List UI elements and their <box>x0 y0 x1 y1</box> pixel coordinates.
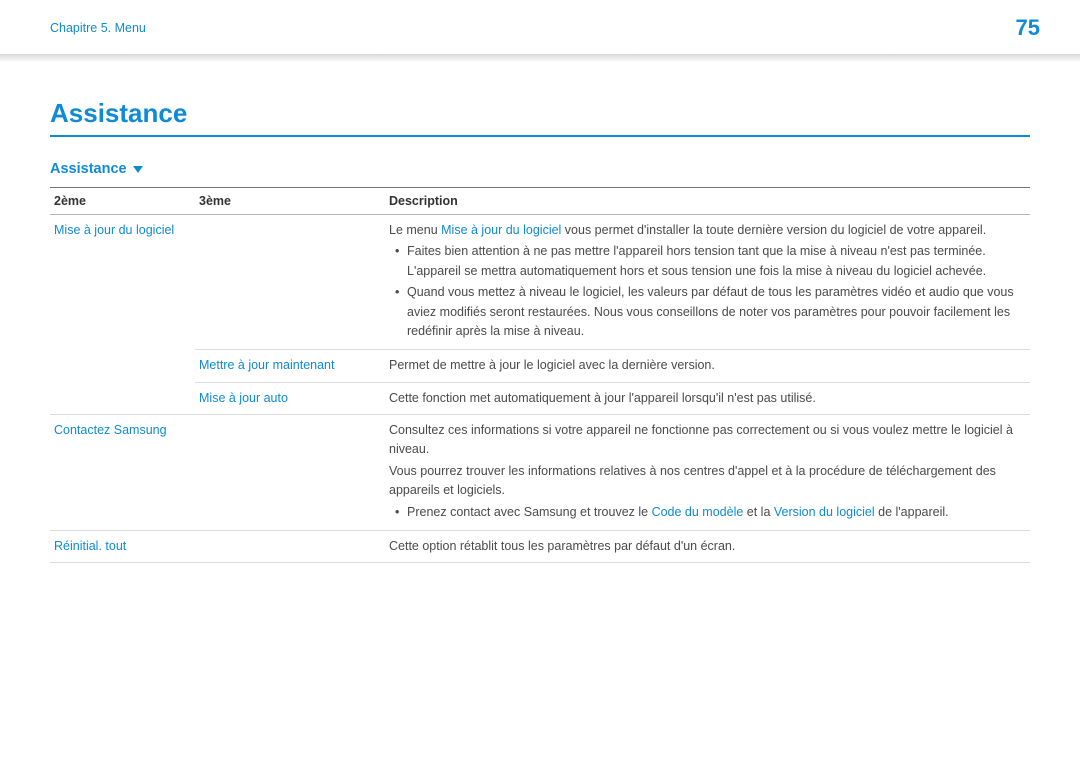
chevron-down-icon <box>133 166 143 173</box>
desc-software-update-prefix: Le menu <box>389 223 441 237</box>
label-contact-samsung: Contactez Samsung <box>54 423 167 437</box>
link-software-update-inline: Mise à jour du logiciel <box>441 223 561 237</box>
label-reset-all: Réinitial. tout <box>54 539 126 553</box>
page-number: 75 <box>1016 15 1040 41</box>
desc-auto-update: Cette fonction met automatiquement à jou… <box>385 382 1030 414</box>
contact-bullet-prefix: Prenez contact avec Samsung et trouvez l… <box>407 505 652 519</box>
software-update-bullet-2: Quand vous mettez à niveau le logiciel, … <box>389 283 1026 341</box>
assistance-table: 2ème 3ème Description Mise à jour du log… <box>50 187 1030 563</box>
row-contact-samsung: Contactez Samsung Consultez ces informat… <box>50 415 1030 531</box>
label-update-now: Mettre à jour maintenant <box>199 358 335 372</box>
row-software-update: Mise à jour du logiciel Le menu Mise à j… <box>50 215 1030 350</box>
section-heading: Assistance <box>50 161 1030 177</box>
contact-bullet-mid: et la <box>743 505 774 519</box>
table-header-row: 2ème 3ème Description <box>50 188 1030 215</box>
desc-update-now: Permet de mettre à jour le logiciel avec… <box>385 350 1030 382</box>
contact-bullet: Prenez contact avec Samsung et trouvez l… <box>389 503 1026 522</box>
row-auto-update: Mise à jour auto Cette fonction met auto… <box>50 382 1030 414</box>
chapter-label: Chapitre 5. Menu <box>50 21 146 35</box>
software-update-bullet-1: Faites bien attention à ne pas mettre l'… <box>389 242 1026 281</box>
contact-bullet-suffix: de l'appareil. <box>875 505 949 519</box>
desc-software-update-suffix: vous permet d'installer la toute dernièr… <box>561 223 986 237</box>
page-content: Assistance Assistance 2ème 3ème Descript… <box>0 62 1080 563</box>
desc-reset-all: Cette option rétablit tous les paramètre… <box>385 530 1030 562</box>
software-update-bullets: Faites bien attention à ne pas mettre l'… <box>389 242 1026 341</box>
link-model-code: Code du modèle <box>652 505 744 519</box>
label-software-update: Mise à jour du logiciel <box>54 223 174 237</box>
col-header-description: Description <box>385 188 1030 215</box>
row-update-now: Mettre à jour maintenant Permet de mettr… <box>50 350 1030 382</box>
desc-contact-p1: Consultez ces informations si votre appa… <box>389 421 1026 460</box>
col-header-2eme: 2ème <box>50 188 195 215</box>
header-gradient <box>0 54 1080 62</box>
contact-bullets: Prenez contact avec Samsung et trouvez l… <box>389 503 1026 522</box>
label-auto-update: Mise à jour auto <box>199 391 288 405</box>
link-software-version: Version du logiciel <box>774 505 875 519</box>
section-heading-text: Assistance <box>50 161 127 177</box>
col-header-3eme: 3ème <box>195 188 385 215</box>
page-header: Chapitre 5. Menu 75 <box>0 0 1080 54</box>
desc-contact-p2: Vous pourrez trouver les informations re… <box>389 462 1026 501</box>
page-title: Assistance <box>50 98 1030 137</box>
row-reset-all: Réinitial. tout Cette option rétablit to… <box>50 530 1030 562</box>
